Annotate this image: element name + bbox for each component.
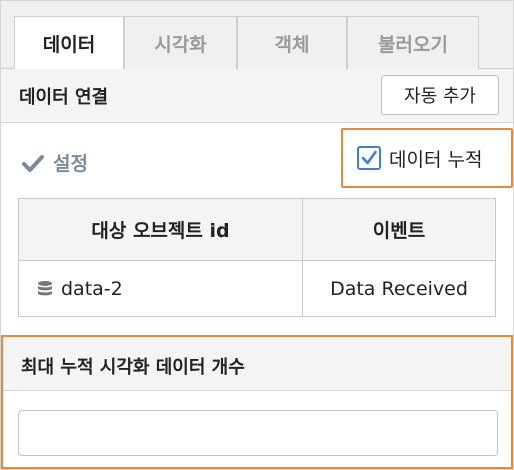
tab-objects[interactable]: 객체: [237, 16, 347, 69]
connection-table: 대상 오브젝트 id 이벤트 data-2 Data Received: [18, 198, 496, 317]
accumulate-label: 데이터 누적: [389, 148, 483, 171]
data-connection-title: 데이터 연결: [19, 87, 109, 108]
database-icon: [38, 281, 52, 296]
tab-data[interactable]: 데이터: [14, 16, 124, 70]
max-accumulate-title: 최대 누적 시각화 데이터 개수: [21, 357, 245, 378]
accumulate-checkbox[interactable]: [357, 146, 381, 170]
tab-load[interactable]: 불러오기: [347, 16, 479, 69]
object-id-value: data-2: [61, 277, 123, 300]
object-id-cell[interactable]: data-2: [18, 260, 303, 317]
settings-label: 설정: [53, 153, 88, 175]
max-accumulate-input[interactable]: [18, 410, 498, 456]
auto-add-button[interactable]: 자동 추가: [381, 75, 499, 115]
max-accumulate-header: 최대 누적 시각화 데이터 개수: [3, 337, 511, 391]
accumulate-data-option[interactable]: 데이터 누적: [341, 128, 513, 188]
table-header-row: 대상 오브젝트 id 이벤트: [18, 198, 496, 261]
tab-visualization[interactable]: 시각화: [124, 16, 237, 69]
check-icon: [361, 150, 377, 165]
properties-panel: 데이터 시각화 객체 불러오기 데이터 연결 자동 추가 설정 데이터 누적 대…: [0, 0, 514, 470]
column-header-object-id: 대상 오브젝트 id: [18, 198, 303, 261]
tab-bar: 데이터 시각화 객체 불러오기: [1, 1, 513, 70]
column-header-event: 이벤트: [302, 198, 496, 261]
data-connection-header: 데이터 연결 자동 추가: [1, 69, 513, 123]
checkmark-icon: [22, 154, 44, 172]
event-cell[interactable]: Data Received: [302, 260, 496, 317]
max-accumulate-section: 최대 누적 시각화 데이터 개수: [1, 335, 513, 469]
settings-toggle[interactable]: 설정: [21, 149, 88, 176]
table-row[interactable]: data-2 Data Received: [18, 260, 496, 317]
